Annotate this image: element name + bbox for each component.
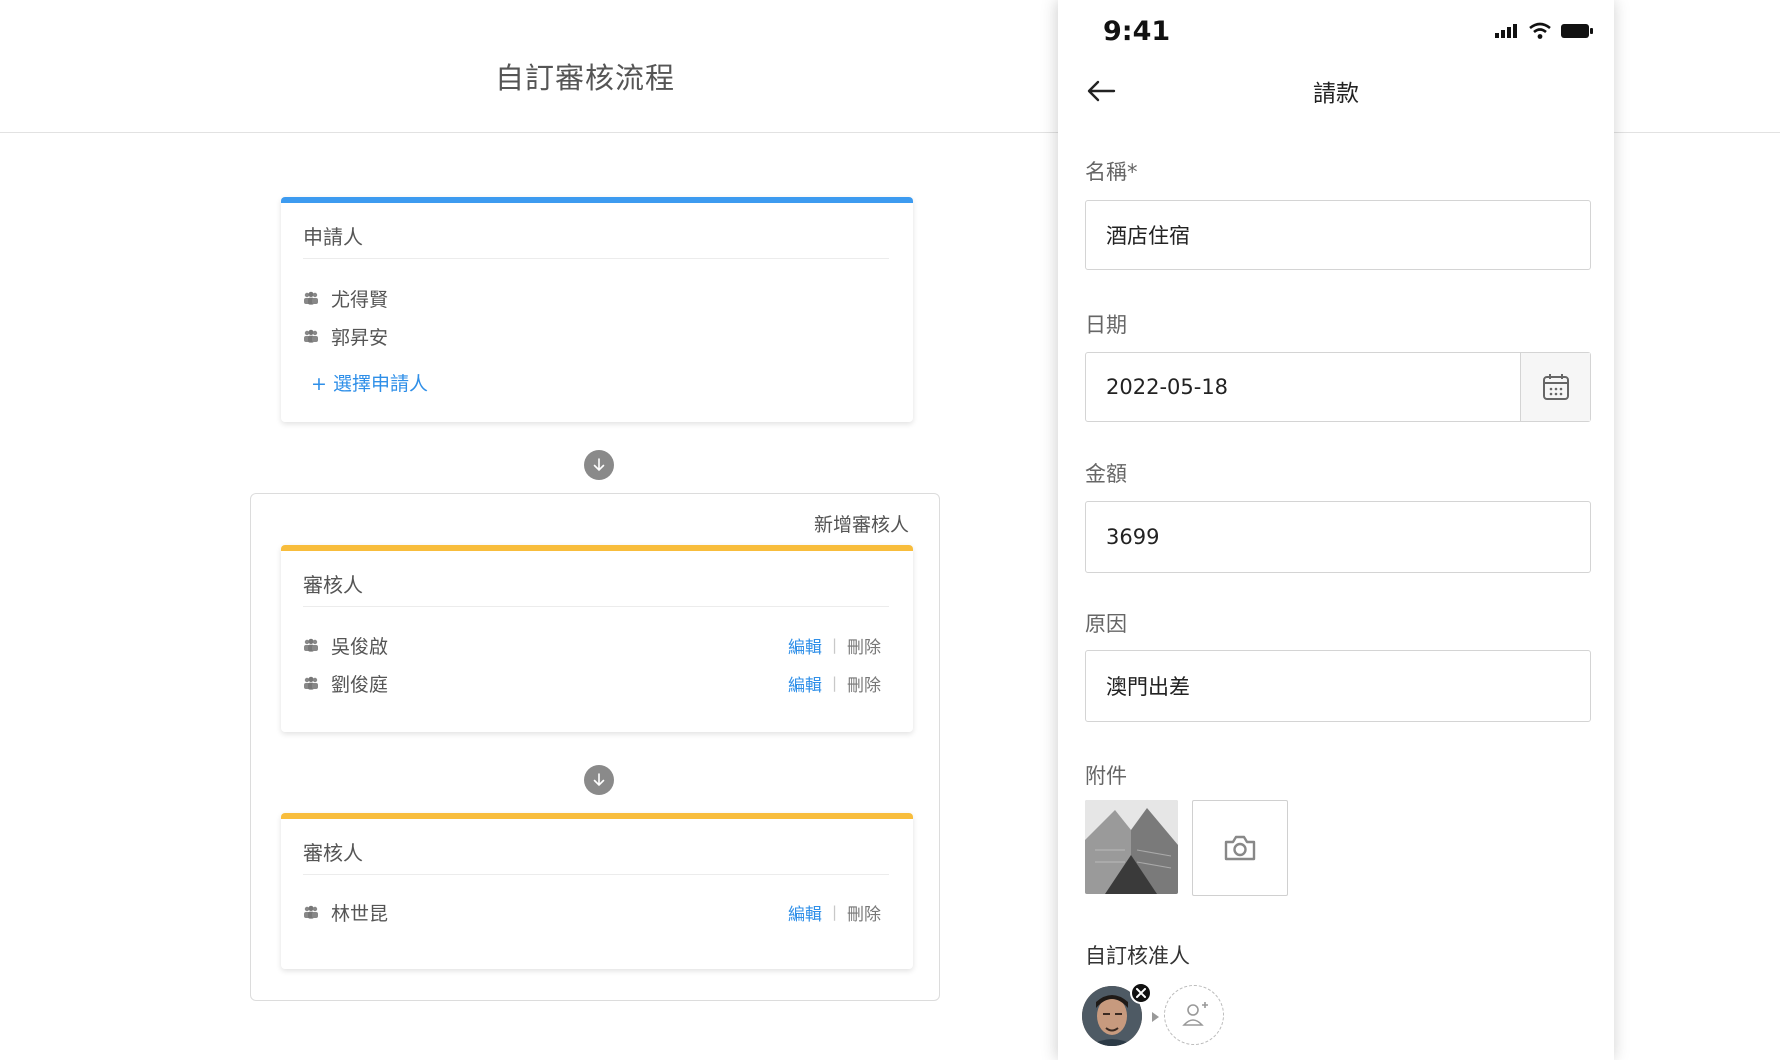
add-approver-button[interactable] — [1164, 985, 1224, 1045]
select-applicant-button[interactable]: + 選擇申請人 — [311, 369, 428, 396]
edit-button[interactable]: 編輯 — [788, 633, 822, 658]
wifi-icon — [1529, 22, 1551, 39]
status-time: 9:41 — [1103, 16, 1171, 47]
status-bar-icons — [1494, 22, 1594, 40]
calendar-button[interactable] — [1520, 353, 1590, 421]
reviewer-card: 審核人 吳俊啟 編輯 | 刪除 劉俊庭 編輯 | 刪除 — [281, 545, 913, 732]
group-icon — [304, 905, 318, 919]
applicant-card-title: 申請人 — [303, 221, 889, 259]
close-icon — [1136, 988, 1146, 998]
reviewer-card-title: 審核人 — [303, 837, 889, 875]
edit-button[interactable]: 編輯 — [788, 671, 822, 696]
group-icon — [304, 329, 318, 343]
signal-icon — [1495, 24, 1517, 38]
list-item: 郭昇安 — [303, 323, 881, 349]
applicant-name: 郭昇安 — [331, 326, 389, 349]
reviewer-name: 吳俊啟 — [331, 635, 389, 658]
divider: | — [831, 636, 837, 654]
phone-screen: 9:41 請款 名稱* 酒店住宿 日期 2022-05-18 金額 3699 原… — [1058, 0, 1614, 1060]
list-item: 尤得賢 — [303, 285, 881, 311]
add-photo-button[interactable] — [1192, 800, 1288, 896]
reason-label: 原因 — [1085, 612, 1127, 636]
amount-field[interactable]: 3699 — [1085, 501, 1591, 573]
amount-value: 3699 — [1106, 525, 1160, 549]
name-field[interactable]: 酒店住宿 — [1085, 200, 1591, 270]
applicant-card-accent — [281, 197, 913, 203]
add-user-icon — [1182, 1002, 1208, 1026]
table-row: 劉俊庭 編輯 | 刪除 — [303, 670, 881, 696]
edit-button[interactable]: 編輯 — [788, 900, 822, 925]
approver-arrow-icon — [1152, 1012, 1159, 1022]
reason-field[interactable]: 澳門出差 — [1085, 650, 1591, 722]
date-value: 2022-05-18 — [1106, 375, 1229, 399]
table-row: 林世昆 編輯 | 刪除 — [303, 899, 881, 925]
add-reviewer-button[interactable]: 新增審核人 — [814, 510, 909, 537]
divider: | — [831, 903, 837, 921]
reviewer-name: 劉俊庭 — [331, 673, 389, 696]
name-label: 名稱* — [1085, 160, 1138, 184]
attachment-thumbnail[interactable] — [1085, 800, 1178, 894]
camera-icon — [1224, 835, 1256, 861]
reason-value: 澳門出差 — [1106, 675, 1190, 699]
group-icon — [304, 291, 318, 305]
calendar-icon — [1542, 374, 1569, 400]
page-title: 自訂審核流程 — [495, 61, 676, 95]
flow-arrow-icon — [584, 450, 614, 480]
approver-list — [1082, 982, 1282, 1052]
divider: | — [831, 674, 837, 692]
table-row: 吳俊啟 編輯 | 刪除 — [303, 632, 881, 658]
applicant-name: 尤得賢 — [331, 288, 389, 311]
remove-approver-button[interactable] — [1130, 982, 1152, 1004]
name-value: 酒店住宿 — [1106, 224, 1190, 248]
reviewer-card-accent — [281, 813, 913, 819]
applicant-card: 申請人 尤得賢 郭昇安 + 選擇申請人 — [281, 197, 913, 422]
approvers-label: 自訂核准人 — [1085, 944, 1190, 968]
reviewer-card-accent — [281, 545, 913, 551]
reviewer-name: 林世昆 — [331, 902, 389, 925]
delete-button[interactable]: 刪除 — [847, 900, 881, 925]
date-field[interactable]: 2022-05-18 — [1085, 352, 1591, 422]
delete-button[interactable]: 刪除 — [847, 633, 881, 658]
reviewer-card-title: 審核人 — [303, 569, 889, 607]
flow-arrow-icon — [584, 765, 614, 795]
group-icon — [304, 638, 318, 652]
battery-icon — [1561, 24, 1593, 38]
reviewer-card: 審核人 林世昆 編輯 | 刪除 — [281, 813, 913, 969]
group-icon — [304, 676, 318, 690]
delete-button[interactable]: 刪除 — [847, 671, 881, 696]
date-label: 日期 — [1085, 313, 1127, 337]
attachments-label: 附件 — [1085, 764, 1127, 788]
amount-label: 金額 — [1085, 462, 1127, 486]
nav-title: 請款 — [1313, 81, 1359, 107]
